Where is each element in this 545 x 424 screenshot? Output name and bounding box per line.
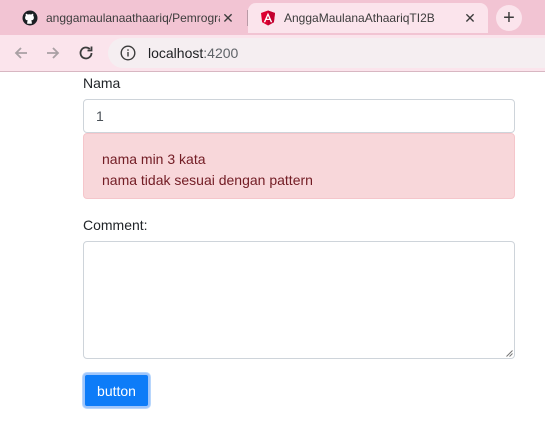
comment-textarea[interactable]: [83, 241, 515, 359]
tab-title: anggamaulanaathaariq/Pemrogra: [46, 11, 220, 25]
info-icon[interactable]: [120, 45, 136, 61]
tab-title: AnggaMaulanaAthaariqTI2B: [284, 11, 435, 25]
comment-label: Comment:: [83, 217, 148, 233]
resize-grip-icon[interactable]: [505, 349, 513, 357]
forward-button[interactable]: [42, 42, 64, 64]
nama-input-value: 1: [96, 108, 104, 124]
tab-github[interactable]: anggamaulanaathaariq/Pemrogra ✕: [10, 3, 246, 33]
tab-strip: anggamaulanaathaariq/Pemrogra ✕ AnggaMau…: [0, 0, 545, 35]
new-tab-button[interactable]: +: [496, 5, 522, 31]
close-tab-icon[interactable]: ✕: [462, 10, 478, 26]
url-text: localhost:4200: [148, 45, 238, 61]
nama-label: Nama: [83, 75, 121, 91]
error-min-length: nama min 3 kata: [102, 151, 206, 167]
github-icon: [22, 10, 38, 26]
angular-icon: [260, 10, 276, 26]
close-tab-icon[interactable]: ✕: [220, 10, 236, 26]
back-arrow-icon: [14, 47, 27, 59]
tab-angular[interactable]: AnggaMaulanaAthaariqTI2B ✕: [248, 3, 488, 33]
submit-button[interactable]: button: [83, 373, 150, 408]
error-pattern: nama tidak sesuai dengan pattern: [102, 172, 313, 188]
back-button[interactable]: [10, 42, 32, 64]
address-bar[interactable]: localhost:4200: [108, 38, 545, 68]
nama-input[interactable]: 1: [83, 99, 515, 133]
validation-alert: nama min 3 kata nama tidak sesuai dengan…: [83, 133, 515, 199]
reload-button[interactable]: [75, 42, 97, 64]
url-port: :4200: [203, 45, 239, 61]
browser-toolbar: localhost:4200: [0, 35, 545, 72]
forward-arrow-icon: [47, 47, 60, 59]
reload-icon: [79, 46, 93, 60]
url-host: localhost: [148, 45, 204, 61]
